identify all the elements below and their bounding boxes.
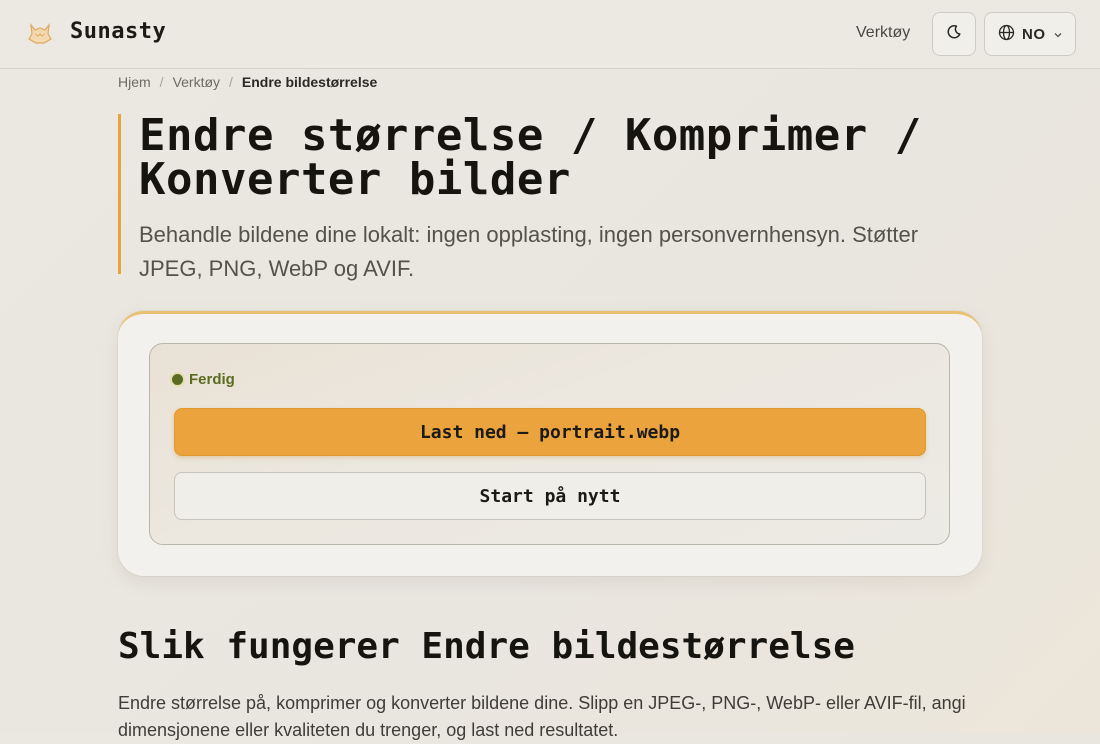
language-selector[interactable]: NO [984, 12, 1076, 56]
nav-link-tools[interactable]: Verktøy [856, 24, 910, 42]
fox-logo-icon[interactable] [26, 19, 54, 47]
status-text: Ferdig [189, 371, 235, 388]
page-title: Endre størrelse / Komprimer / Konverter … [139, 110, 922, 205]
page-hero: Endre størrelse / Komprimer / Konverter … [118, 110, 958, 281]
section-body-text: Endre størrelse på, komprimer og konvert… [118, 693, 966, 740]
breadcrumb: Hjem / Verktøy / Endre bildestørrelse [118, 73, 377, 91]
breadcrumb-home[interactable]: Hjem [118, 74, 151, 90]
breadcrumb-separator: / [229, 74, 233, 90]
theme-toggle-button[interactable] [932, 12, 976, 56]
result-card: Ferdig Last ned — portrait.webp Start på… [118, 311, 982, 576]
chevron-down-icon [1053, 25, 1063, 44]
site-header: Sunasty Verktøy NO [0, 0, 1100, 69]
breadcrumb-separator: / [159, 74, 164, 90]
brand-name[interactable]: Sunasty [70, 19, 166, 44]
breadcrumb-current: Endre bildestørrelse [241, 74, 378, 90]
section-heading: Slik fungerer Endre bildestørrelse [118, 626, 855, 667]
breadcrumb-tools[interactable]: Verktøy [173, 74, 220, 90]
language-label: NO [1022, 25, 1046, 43]
status-dot-icon [172, 374, 183, 385]
page-subtitle: Behandle bildene dine lokalt: ingen oppl… [139, 222, 919, 281]
start-over-button[interactable]: Start på nytt [174, 472, 926, 520]
download-button[interactable]: Last ned — portrait.webp [174, 408, 926, 456]
status-badge: Ferdig [172, 371, 235, 388]
moon-icon [946, 24, 962, 44]
result-panel: Ferdig Last ned — portrait.webp Start på… [149, 343, 950, 545]
globe-icon [998, 24, 1015, 45]
